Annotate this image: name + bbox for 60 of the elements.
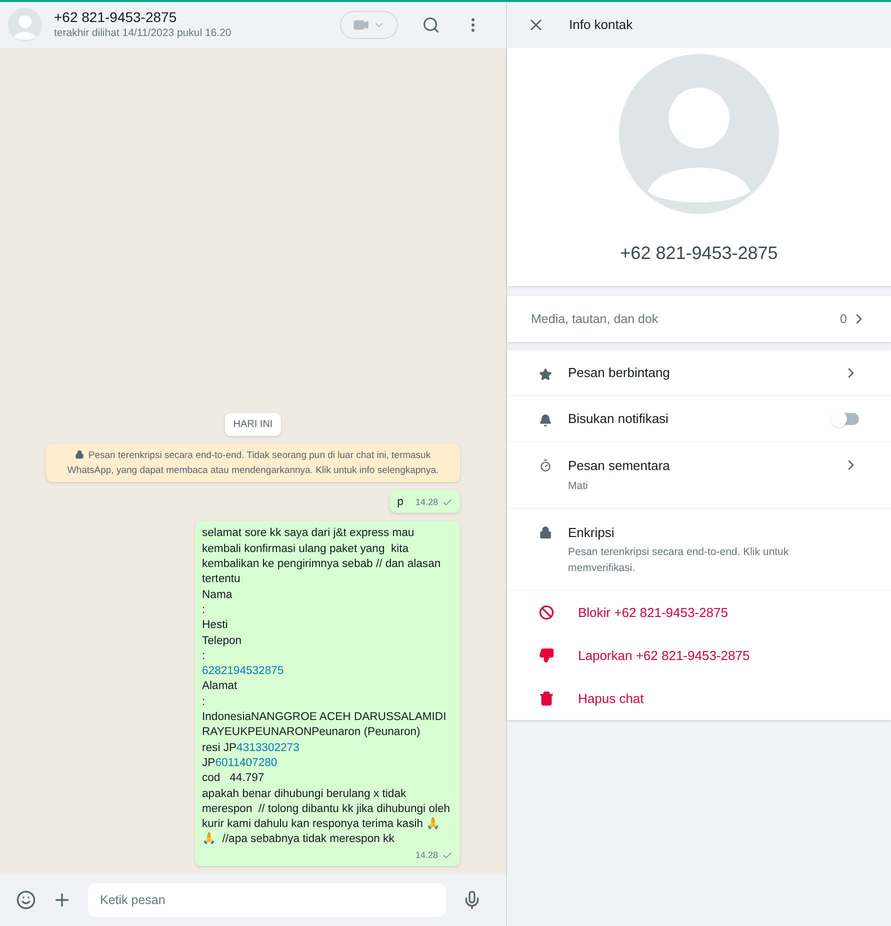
message-text: IndonesiaNANGGROE ACEH DARUSSALAMIDI RAYEUKPEUNARONPeunaron (Peunaron) bbox=[202, 711, 448, 738]
trash-icon bbox=[539, 691, 554, 706]
message-text: : bbox=[202, 650, 206, 662]
avatar-icon bbox=[8, 8, 42, 42]
setting-label: Enkripsi bbox=[568, 524, 616, 542]
media-count: 0 bbox=[840, 310, 847, 328]
settings-row[interactable]: Enkripsi Pesan terenkripsi secara end-to-end. Klik untuk memverifikasi. bbox=[507, 508, 891, 591]
media-label: Media, tautan, dan dok bbox=[531, 310, 660, 328]
message-text: Nama bbox=[202, 588, 232, 601]
message-text: p bbox=[397, 496, 404, 508]
action-label: Blokir +62 821-9453-2875 bbox=[578, 604, 728, 622]
setting-subtext: Mati bbox=[568, 478, 589, 494]
thumbs-down-icon bbox=[539, 648, 554, 663]
message-text: : bbox=[202, 604, 206, 616]
encryption-notice[interactable]: Pesan terenkripsi secara end-to-end. Tidak seorang pun di luar chat ini, termasuk WhatsApp, yang dapat membaca atau mendengarkannya. Klik untuk info selengkapnya. bbox=[46, 444, 460, 482]
message-text: Telepon bbox=[202, 634, 242, 647]
star-icon bbox=[539, 368, 552, 380]
emoji-icon[interactable] bbox=[16, 890, 36, 910]
date-chip: HARI INI bbox=[225, 413, 281, 436]
message-text: selamat sore kk saya dari j&t express mau kembali konfirmasi ulang paket yang kita kembalikan ke pengirimnya sebab // dan alasan tertentu bbox=[202, 527, 442, 586]
panel-title: Info kontak bbox=[569, 16, 633, 34]
block-icon bbox=[539, 605, 554, 620]
danger-action[interactable]: Laporkan +62 821-9453-2875 bbox=[507, 634, 891, 677]
contact-name: +62 821-9453-2875 bbox=[54, 8, 178, 26]
message-text: cod 44.797 bbox=[202, 772, 264, 784]
bell-icon bbox=[539, 414, 552, 426]
lock-icon bbox=[539, 526, 552, 538]
media-row[interactable]: Media, tautan, dan dok 0 bbox=[507, 296, 891, 342]
timer-icon bbox=[539, 459, 552, 472]
message-input[interactable]: Ketik pesan bbox=[88, 883, 446, 917]
message-text: JP bbox=[202, 756, 216, 769]
danger-action[interactable]: Blokir +62 821-9453-2875 bbox=[507, 591, 891, 634]
message-text: Hesti bbox=[202, 619, 228, 632]
notice-text: Pesan terenkripsi secara end-to-end. Tidak seorang pun di luar chat ini, termasuk WhatsApp, yang dapat membaca atau mendengarkannya. Klik untuk info selengkapnya. bbox=[66, 449, 440, 478]
setting-subtext: Pesan terenkripsi secara end-to-end. Klik untuk memverifikasi. bbox=[568, 545, 790, 576]
profile-phone: +62 821-9453-2875 bbox=[620, 242, 778, 265]
phone-link[interactable]: 6282194532875 bbox=[202, 665, 284, 678]
phone-link[interactable]: 6011407280 bbox=[215, 756, 278, 769]
settings-row[interactable]: Pesan sementara Mati bbox=[507, 442, 891, 508]
action-label: Hapus chat bbox=[578, 690, 644, 708]
setting-label: Bisukan notifikasi bbox=[568, 410, 670, 428]
message-text: apakah benar dihubungi berulang x tidak merespon // tolong dibantu kk jika dihubungi oleh kurir kami dahulu kan responya terima kasih 🙏🙏 //apa sebabnya tidak merespon kk bbox=[202, 788, 452, 846]
setting-label: Pesan sementara bbox=[568, 457, 671, 475]
lock-icon bbox=[75, 450, 84, 460]
message-text: Alamat bbox=[202, 680, 238, 692]
phone-link[interactable]: 4313302273 bbox=[236, 742, 300, 754]
danger-action[interactable]: Hapus chat bbox=[507, 677, 891, 720]
check-icon bbox=[442, 850, 453, 861]
message-time: 14.28 bbox=[415, 848, 438, 862]
setting-label: Pesan berbintang bbox=[568, 364, 671, 382]
settings-row[interactable]: Pesan berbintang bbox=[507, 350, 891, 396]
message-time: 14.28 bbox=[415, 496, 438, 510]
message-text: : bbox=[202, 696, 206, 708]
settings-row[interactable]: Bisukan notifikasi bbox=[507, 396, 891, 442]
profile-avatar-icon bbox=[619, 54, 779, 214]
action-label: Laporkan +62 821-9453-2875 bbox=[578, 646, 750, 665]
message-text: resi JP bbox=[202, 742, 237, 754]
last-seen-text: terakhir dilihat 14/11/2023 pukul 16.20 bbox=[54, 26, 232, 42]
toggle-switch[interactable] bbox=[833, 412, 859, 424]
search-icon[interactable] bbox=[422, 16, 440, 34]
